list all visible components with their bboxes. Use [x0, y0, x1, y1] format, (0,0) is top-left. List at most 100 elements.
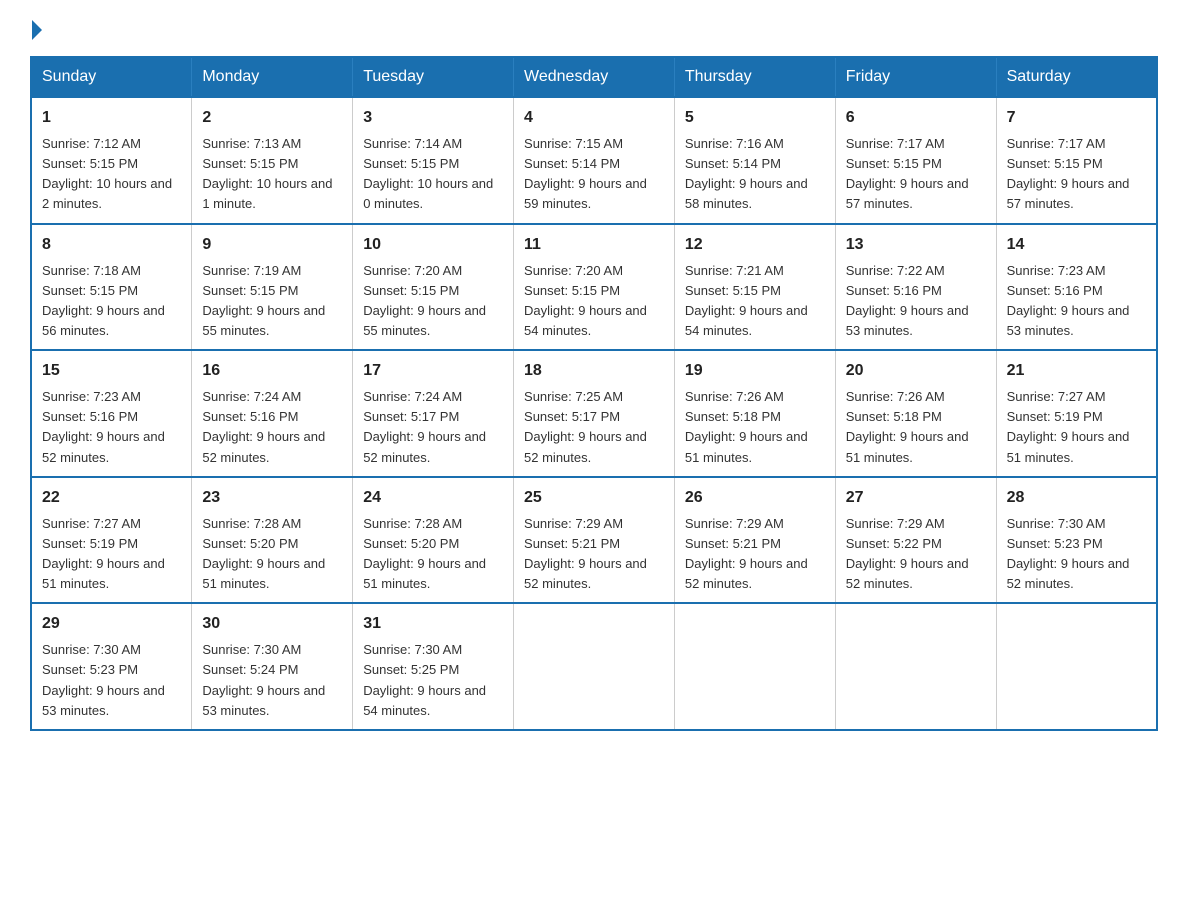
calendar-week-4: 22 Sunrise: 7:27 AMSunset: 5:19 PMDayligh… [31, 477, 1157, 604]
day-number: 8 [42, 233, 181, 257]
day-info: Sunrise: 7:17 AMSunset: 5:15 PMDaylight:… [1007, 134, 1146, 215]
calendar-cell: 18Sunrise: 7:25 AMSunset: 5:17 PMDayligh… [514, 350, 675, 477]
calendar-cell: 26 Sunrise: 7:29 AMSunset: 5:21 PMDayligh… [674, 477, 835, 604]
day-number: 28 [1007, 486, 1146, 510]
calendar-cell: 22 Sunrise: 7:27 AMSunset: 5:19 PMDayligh… [31, 477, 192, 604]
header-tuesday: Tuesday [353, 57, 514, 97]
calendar-cell: 12 Sunrise: 7:21 AMSunset: 5:15 PMDayligh… [674, 224, 835, 351]
header-monday: Monday [192, 57, 353, 97]
day-info: Sunrise: 7:18 AMSunset: 5:15 PMDaylight:… [42, 261, 181, 342]
day-info: Sunrise: 7:30 AMSunset: 5:24 PMDaylight:… [202, 640, 342, 721]
day-number: 11 [524, 233, 664, 257]
calendar-cell: 31Sunrise: 7:30 AMSunset: 5:25 PMDayligh… [353, 603, 514, 730]
day-info: Sunrise: 7:25 AMSunset: 5:17 PMDaylight:… [524, 387, 664, 468]
day-number: 14 [1007, 233, 1146, 257]
day-number: 24 [363, 486, 503, 510]
calendar-cell: 29Sunrise: 7:30 AMSunset: 5:23 PMDayligh… [31, 603, 192, 730]
day-number: 31 [363, 612, 503, 636]
calendar-cell: 13 Sunrise: 7:22 AMSunset: 5:16 PMDayligh… [835, 224, 996, 351]
calendar-cell: 14 Sunrise: 7:23 AMSunset: 5:16 PMDayligh… [996, 224, 1157, 351]
day-number: 17 [363, 359, 503, 383]
calendar-cell [835, 603, 996, 730]
day-number: 5 [685, 106, 825, 130]
day-number: 3 [363, 106, 503, 130]
calendar-week-1: 1 Sunrise: 7:12 AMSunset: 5:15 PMDaylight… [31, 97, 1157, 224]
day-number: 9 [202, 233, 342, 257]
calendar-week-2: 8 Sunrise: 7:18 AMSunset: 5:15 PMDaylight… [31, 224, 1157, 351]
day-number: 7 [1007, 106, 1146, 130]
day-info: Sunrise: 7:20 AMSunset: 5:15 PMDaylight:… [524, 261, 664, 342]
calendar-week-5: 29Sunrise: 7:30 AMSunset: 5:23 PMDayligh… [31, 603, 1157, 730]
day-info: Sunrise: 7:26 AMSunset: 5:18 PMDaylight:… [685, 387, 825, 468]
day-number: 15 [42, 359, 181, 383]
page-header [30, 20, 1158, 40]
header-thursday: Thursday [674, 57, 835, 97]
day-number: 6 [846, 106, 986, 130]
day-info: Sunrise: 7:21 AMSunset: 5:15 PMDaylight:… [685, 261, 825, 342]
day-info: Sunrise: 7:26 AMSunset: 5:18 PMDaylight:… [846, 387, 986, 468]
header-wednesday: Wednesday [514, 57, 675, 97]
calendar-cell: 19Sunrise: 7:26 AMSunset: 5:18 PMDayligh… [674, 350, 835, 477]
calendar-week-3: 15 Sunrise: 7:23 AMSunset: 5:16 PMDayligh… [31, 350, 1157, 477]
calendar-cell: 28 Sunrise: 7:30 AMSunset: 5:23 PMDayligh… [996, 477, 1157, 604]
calendar-cell: 8 Sunrise: 7:18 AMSunset: 5:15 PMDaylight… [31, 224, 192, 351]
day-info: Sunrise: 7:29 AMSunset: 5:21 PMDaylight:… [524, 514, 664, 595]
day-info: Sunrise: 7:24 AMSunset: 5:17 PMDaylight:… [363, 387, 503, 468]
calendar-cell [674, 603, 835, 730]
calendar-cell: 10Sunrise: 7:20 AMSunset: 5:15 PMDayligh… [353, 224, 514, 351]
calendar-cell: 27Sunrise: 7:29 AMSunset: 5:22 PMDayligh… [835, 477, 996, 604]
header-sunday: Sunday [31, 57, 192, 97]
day-info: Sunrise: 7:16 AMSunset: 5:14 PMDaylight:… [685, 134, 825, 215]
calendar-cell: 16Sunrise: 7:24 AMSunset: 5:16 PMDayligh… [192, 350, 353, 477]
calendar-table: SundayMondayTuesdayWednesdayThursdayFrid… [30, 56, 1158, 731]
day-number: 25 [524, 486, 664, 510]
day-number: 30 [202, 612, 342, 636]
calendar-cell: 17 Sunrise: 7:24 AMSunset: 5:17 PMDayligh… [353, 350, 514, 477]
calendar-cell [514, 603, 675, 730]
day-info: Sunrise: 7:30 AMSunset: 5:23 PMDaylight:… [1007, 514, 1146, 595]
calendar-cell: 3 Sunrise: 7:14 AMSunset: 5:15 PMDaylight… [353, 97, 514, 224]
calendar-cell [996, 603, 1157, 730]
day-number: 1 [42, 106, 181, 130]
day-info: Sunrise: 7:28 AMSunset: 5:20 PMDaylight:… [363, 514, 503, 595]
day-number: 13 [846, 233, 986, 257]
calendar-cell: 30 Sunrise: 7:30 AMSunset: 5:24 PMDayligh… [192, 603, 353, 730]
day-number: 26 [685, 486, 825, 510]
day-info: Sunrise: 7:14 AMSunset: 5:15 PMDaylight:… [363, 134, 503, 215]
calendar-cell: 4 Sunrise: 7:15 AMSunset: 5:14 PMDaylight… [514, 97, 675, 224]
day-info: Sunrise: 7:17 AMSunset: 5:15 PMDaylight:… [846, 134, 986, 215]
calendar-cell: 11 Sunrise: 7:20 AMSunset: 5:15 PMDayligh… [514, 224, 675, 351]
day-info: Sunrise: 7:19 AMSunset: 5:15 PMDaylight:… [202, 261, 342, 342]
calendar-cell: 20 Sunrise: 7:26 AMSunset: 5:18 PMDayligh… [835, 350, 996, 477]
day-number: 22 [42, 486, 181, 510]
day-number: 4 [524, 106, 664, 130]
calendar-cell: 25 Sunrise: 7:29 AMSunset: 5:21 PMDayligh… [514, 477, 675, 604]
day-number: 20 [846, 359, 986, 383]
header-saturday: Saturday [996, 57, 1157, 97]
day-info: Sunrise: 7:15 AMSunset: 5:14 PMDaylight:… [524, 134, 664, 215]
day-number: 12 [685, 233, 825, 257]
day-number: 2 [202, 106, 342, 130]
day-info: Sunrise: 7:28 AMSunset: 5:20 PMDaylight:… [202, 514, 342, 595]
day-info: Sunrise: 7:27 AMSunset: 5:19 PMDaylight:… [1007, 387, 1146, 468]
calendar-cell: 9 Sunrise: 7:19 AMSunset: 5:15 PMDaylight… [192, 224, 353, 351]
day-info: Sunrise: 7:27 AMSunset: 5:19 PMDaylight:… [42, 514, 181, 595]
calendar-cell: 24 Sunrise: 7:28 AMSunset: 5:20 PMDayligh… [353, 477, 514, 604]
day-info: Sunrise: 7:24 AMSunset: 5:16 PMDaylight:… [202, 387, 342, 468]
calendar-cell: 6 Sunrise: 7:17 AMSunset: 5:15 PMDaylight… [835, 97, 996, 224]
day-number: 10 [363, 233, 503, 257]
day-info: Sunrise: 7:22 AMSunset: 5:16 PMDaylight:… [846, 261, 986, 342]
day-info: Sunrise: 7:23 AMSunset: 5:16 PMDaylight:… [1007, 261, 1146, 342]
calendar-cell: 21Sunrise: 7:27 AMSunset: 5:19 PMDayligh… [996, 350, 1157, 477]
day-number: 23 [202, 486, 342, 510]
day-info: Sunrise: 7:23 AMSunset: 5:16 PMDaylight:… [42, 387, 181, 468]
day-info: Sunrise: 7:12 AMSunset: 5:15 PMDaylight:… [42, 134, 181, 215]
logo [30, 20, 44, 40]
day-info: Sunrise: 7:29 AMSunset: 5:22 PMDaylight:… [846, 514, 986, 595]
calendar-cell: 23 Sunrise: 7:28 AMSunset: 5:20 PMDayligh… [192, 477, 353, 604]
day-info: Sunrise: 7:29 AMSunset: 5:21 PMDaylight:… [685, 514, 825, 595]
calendar-cell: 15 Sunrise: 7:23 AMSunset: 5:16 PMDayligh… [31, 350, 192, 477]
header-friday: Friday [835, 57, 996, 97]
calendar-cell: 5 Sunrise: 7:16 AMSunset: 5:14 PMDaylight… [674, 97, 835, 224]
day-number: 29 [42, 612, 181, 636]
